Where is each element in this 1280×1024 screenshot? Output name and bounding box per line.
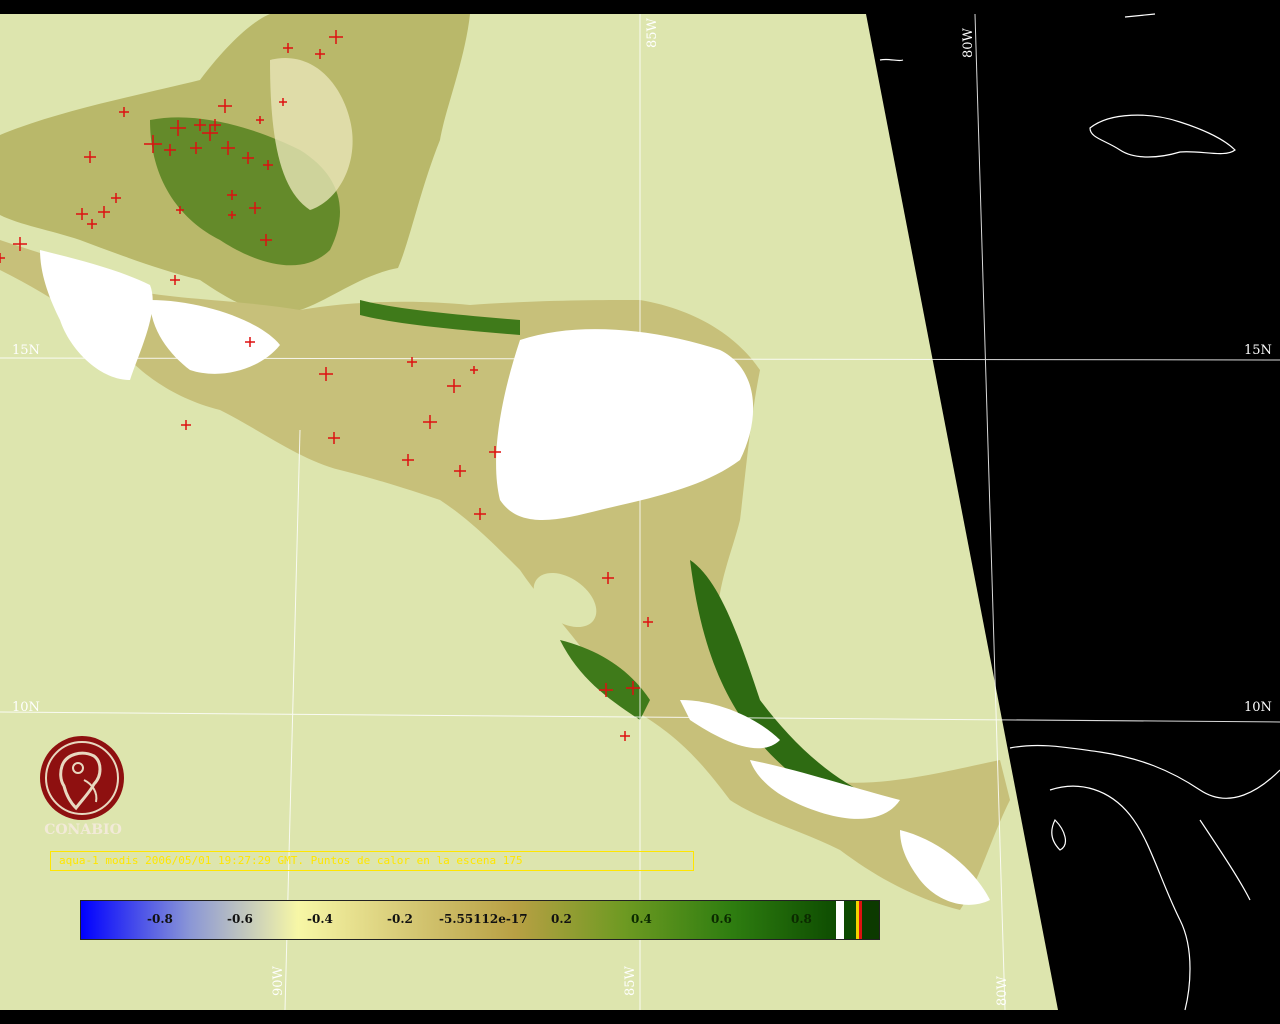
colorbar-tail-white [836,901,844,939]
colorbar-tail-green [844,901,856,939]
colorbar-tick-label: 0.8 [791,912,812,926]
colorbar-tick-label: 0.2 [551,912,572,926]
colorbar-tick-label: -0.8 [147,912,173,926]
lat-label-15n-left: 15N [12,343,40,358]
colorbar-tick-label: -0.4 [307,912,333,926]
lon-label-80w-top: 80W [961,27,976,58]
colorbar-tick-label: -0.2 [387,912,413,926]
lon-label-90w-bottom: 90W [271,965,286,996]
lon-label-85w-top: 85W [645,17,660,48]
lon-label-80w-bottom: 80W [995,975,1010,1006]
lon-label-85w-bottom: 85W [623,965,638,996]
colorbar-tick-label: 0.6 [711,912,732,926]
colorbar-tick-label: 0.4 [631,912,652,926]
colorbar-tick-label: -0.6 [227,912,253,926]
colorbar-tick-label: -5.55112e-17 [439,912,528,926]
scene-caption: aqua-1 modis 2006/05/01 19:27:29 GMT. Pu… [50,851,694,871]
lat-label-10n-right: 10N [1244,700,1272,715]
conabio-logo-text: CONABIO [44,822,122,838]
lat-label-10n-left: 10N [12,700,40,715]
lat-label-15n-right: 15N [1244,343,1272,358]
colorbar-tail-dark [862,901,879,939]
ndvi-colorbar: -0.8 -0.6 -0.4 -0.2 -5.55112e-17 0.2 0.4 0.6 0.8 [80,900,880,940]
